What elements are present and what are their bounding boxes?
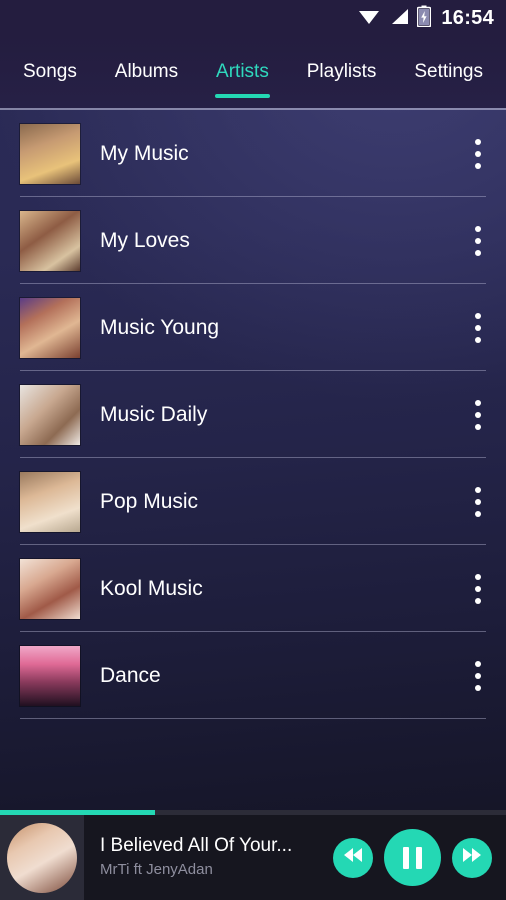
three-dots-vertical-icon[interactable] [458, 472, 498, 532]
tab-playlists[interactable]: Playlists [298, 36, 386, 108]
three-dots-vertical-icon[interactable] [458, 559, 498, 619]
tab-label: Playlists [306, 61, 377, 82]
artist-thumbnail [20, 645, 80, 706]
status-bar: 16:54 [0, 0, 506, 36]
artist-name: Dance [100, 663, 161, 687]
artist-name: Kool Music [100, 576, 203, 600]
artist-thumbnail [20, 558, 80, 619]
tab-label: Songs [23, 61, 77, 82]
now-playing-bar[interactable]: I Believed All Of Your... MrTi ft JenyAd… [0, 810, 506, 900]
artist-thumbnail [20, 210, 80, 271]
track-artist: MrTi ft JenyAdan [100, 861, 213, 879]
status-bar-clock: 16:54 [441, 7, 494, 29]
album-art [7, 822, 77, 893]
pause-icon [403, 846, 422, 869]
skip-next-button[interactable] [452, 837, 492, 878]
artist-row-music-young[interactable]: Music Young [0, 284, 506, 371]
artist-list[interactable]: My Music My Loves Music Young Music Dail… [0, 110, 506, 810]
track-metadata: I Believed All Of Your... MrTi ft JenyAd… [84, 835, 333, 879]
album-art-panel[interactable] [0, 815, 84, 900]
artist-name: My Music [100, 141, 189, 165]
artist-row-music-daily[interactable]: Music Daily [0, 371, 506, 458]
wifi-icon [357, 6, 381, 31]
artist-name: Music Daily [100, 402, 208, 426]
tab-artists[interactable]: Artists [207, 36, 278, 108]
artist-row-kool-music[interactable]: Kool Music [0, 545, 506, 632]
tab-label: Settings [414, 61, 483, 82]
three-dots-vertical-icon[interactable] [458, 298, 498, 358]
music-player-screen: 16:54 Songs Albums Artists Playlists Set… [0, 0, 506, 900]
tab-label: Artists [216, 61, 269, 82]
play-pause-button[interactable] [384, 829, 441, 886]
artist-row-pop-music[interactable]: Pop Music [0, 458, 506, 545]
artist-row-my-loves[interactable]: My Loves [0, 197, 506, 284]
three-dots-vertical-icon[interactable] [458, 385, 498, 445]
artist-row-my-music[interactable]: My Music [0, 110, 506, 197]
artist-row-dance[interactable]: Dance [0, 632, 506, 719]
artist-name: Music Young [100, 315, 220, 339]
track-title: I Believed All Of Your... [100, 835, 293, 857]
tab-settings[interactable]: Settings [405, 36, 492, 108]
skip-previous-icon [342, 846, 364, 869]
tab-songs[interactable]: Songs [14, 36, 86, 108]
skip-next-icon [461, 846, 483, 869]
three-dots-vertical-icon[interactable] [458, 124, 498, 184]
tab-albums[interactable]: Albums [106, 36, 187, 108]
artist-name: My Loves [100, 228, 190, 252]
skip-previous-button[interactable] [333, 837, 373, 878]
artist-name: Pop Music [100, 489, 199, 513]
cellular-signal-icon [388, 6, 410, 31]
tab-bar: Songs Albums Artists Playlists Settings [0, 36, 506, 108]
tab-label: Albums [114, 61, 179, 82]
three-dots-vertical-icon[interactable] [458, 646, 498, 706]
battery-charging-icon [417, 5, 432, 32]
now-playing-body: I Believed All Of Your... MrTi ft JenyAd… [0, 815, 506, 900]
artist-thumbnail [20, 384, 80, 445]
three-dots-vertical-icon[interactable] [458, 211, 498, 271]
artist-thumbnail [20, 471, 80, 532]
playback-controls [333, 829, 506, 886]
artist-thumbnail [20, 123, 80, 184]
artist-thumbnail [20, 297, 80, 358]
